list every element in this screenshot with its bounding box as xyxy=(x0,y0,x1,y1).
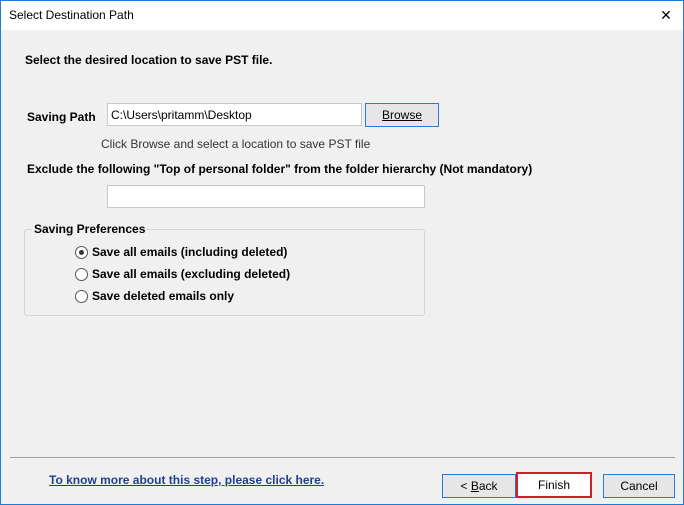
finish-button[interactable]: Finish xyxy=(516,472,592,498)
radio-button[interactable] xyxy=(75,289,88,303)
radio-option-excluding-deleted[interactable]: Save all emails (excluding deleted) xyxy=(75,267,290,281)
radio-label: Save all emails (excluding deleted) xyxy=(92,267,291,281)
window-title: Select Destination Path xyxy=(9,8,134,22)
back-prefix: < xyxy=(460,479,471,493)
radio-option-including-deleted[interactable]: Save all emails (including deleted) xyxy=(75,245,287,259)
dialog-content: Select the desired location to save PST … xyxy=(1,30,683,504)
saving-path-label: Saving Path xyxy=(27,110,96,124)
page-heading: Select the desired location to save PST … xyxy=(25,53,273,67)
radio-label: Save all emails (including deleted) xyxy=(92,245,288,259)
exclude-folder-label: Exclude the following "Top of personal f… xyxy=(27,162,533,176)
radio-button-checked[interactable] xyxy=(75,245,88,259)
cancel-button[interactable]: Cancel xyxy=(603,474,675,498)
saving-preferences-group: Saving Preferences Save all emails (incl… xyxy=(24,222,425,316)
browse-hint-text: Click Browse and select a location to sa… xyxy=(101,137,371,151)
help-link[interactable]: To know more about this step, please cli… xyxy=(49,473,324,487)
exclude-folder-input[interactable] xyxy=(107,185,425,208)
radio-option-deleted-only[interactable]: Save deleted emails only xyxy=(75,289,234,303)
saving-preferences-title: Saving Preferences xyxy=(32,222,148,236)
dialog-window: Select Destination Path ✕ Select the des… xyxy=(0,0,684,505)
back-accelerator: B xyxy=(470,479,479,493)
title-bar: Select Destination Path ✕ xyxy=(1,1,683,29)
footer-separator xyxy=(10,457,675,458)
radio-label: Save deleted emails only xyxy=(92,289,235,303)
back-label-rest: ack xyxy=(478,479,498,493)
browse-button[interactable]: Browse xyxy=(365,103,439,127)
saving-path-input[interactable] xyxy=(107,103,362,126)
close-icon[interactable]: ✕ xyxy=(649,1,683,29)
radio-button[interactable] xyxy=(75,267,88,281)
back-button[interactable]: < Back xyxy=(442,474,516,498)
